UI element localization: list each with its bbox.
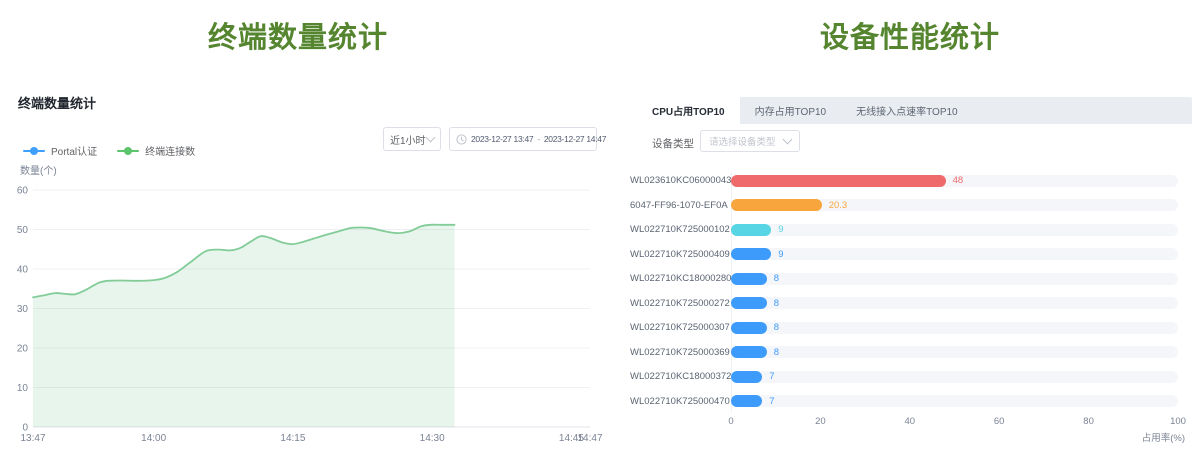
- device-name-label: 6047-FF96-1070-EF0A: [630, 193, 724, 218]
- device-type-select[interactable]: 请选择设备类型: [700, 130, 800, 152]
- bar: [731, 273, 767, 285]
- date-range-separator: -: [537, 134, 540, 144]
- y-tick-label: 20: [17, 344, 29, 355]
- bar-value-label: 8: [774, 315, 779, 340]
- bar-value-label: 8: [774, 266, 779, 291]
- x-tick-label: 14:47: [577, 433, 602, 444]
- legend-marker-portal-icon: [23, 147, 45, 155]
- terminal-count-heading: 终端数量统计: [0, 14, 596, 56]
- time-range-value: 近1小时: [390, 132, 426, 147]
- bar: [731, 322, 767, 334]
- device-type-label: 设备类型: [652, 136, 694, 151]
- legend-item-portal[interactable]: Portal认证: [23, 143, 97, 158]
- device-performance-heading: 设备性能统计: [620, 14, 1200, 56]
- bar-track: [731, 224, 1178, 236]
- device-name-label: WL022710KC18000372: [630, 364, 724, 389]
- bar: [731, 175, 946, 187]
- bar-chart-x-axis-title: 占用率(%): [1035, 430, 1185, 444]
- bar-value-label: 20.3: [829, 193, 848, 218]
- bar-row: WL022710K725000102 9: [630, 217, 1200, 242]
- legend-label-portal: Portal认证: [51, 143, 97, 158]
- chevron-down-icon: [783, 135, 793, 145]
- bar-row: WL022710K725000369 8: [630, 340, 1200, 365]
- bar-track: [731, 248, 1178, 260]
- x-tick-label: 14:30: [420, 433, 445, 444]
- y-tick-label: 40: [17, 265, 29, 276]
- bar-track: [731, 371, 1178, 383]
- line-chart-legend: Portal认证 终端连接数: [23, 143, 195, 158]
- x-tick-label: 60: [984, 416, 1014, 427]
- device-name-label: WL022710KC18000280: [630, 266, 724, 291]
- x-tick-label: 100: [1163, 416, 1193, 427]
- bar: [731, 224, 771, 236]
- bar-value-label: 9: [778, 217, 783, 242]
- y-axis-title: 数量(个): [20, 164, 57, 177]
- bar-row: WL022710K725000307 8: [630, 315, 1200, 340]
- legend-item-terminal-connections[interactable]: 终端连接数: [117, 143, 195, 158]
- bar-value-label: 8: [774, 291, 779, 316]
- x-tick-label: 13:47: [20, 433, 45, 444]
- bar-value-label: 7: [769, 389, 774, 414]
- bar: [731, 297, 767, 309]
- bar-row: WL022710KC18000372 7: [630, 364, 1200, 389]
- bar-track: [731, 322, 1178, 334]
- bar: [731, 371, 762, 383]
- bar: [731, 248, 771, 260]
- device-name-label: WL022710K725000369: [630, 340, 724, 365]
- bar: [731, 199, 822, 211]
- tab-wireless-ap-rate-top10[interactable]: 无线接入点速率TOP10: [841, 97, 973, 124]
- bar-track: [731, 346, 1178, 358]
- y-tick-label: 60: [17, 186, 29, 197]
- legend-label-terminal-connections: 终端连接数: [145, 143, 195, 158]
- x-tick-label: 80: [1074, 416, 1104, 427]
- terminal-count-area-chart: 0 10 20 30 40 50 60 数量(个) 13:47 14:00 14:15 14:30 14…: [0, 160, 620, 456]
- bar-value-label: 7: [769, 364, 774, 389]
- bar-row: 6047-FF96-1070-EF0A 20.3: [630, 193, 1200, 218]
- date-range-end[interactable]: 2023-12-27 14:47: [544, 134, 606, 144]
- bar-row: WL022710KC18000280 8: [630, 266, 1200, 291]
- device-name-label: WL022710K725000272: [630, 291, 724, 316]
- bar-track: [731, 273, 1178, 285]
- y-tick-label: 50: [17, 225, 29, 236]
- x-tick-label: 40: [895, 416, 925, 427]
- bar-row: WL022710K725000470 7: [630, 389, 1200, 414]
- date-range-picker[interactable]: 2023-12-27 13:47 - 2023-12-27 14:47: [449, 127, 597, 151]
- device-name-label: WL022710K725000409: [630, 242, 724, 267]
- device-name-label: WL023610KC06000043: [630, 168, 724, 193]
- terminal-connections-area-fill: [33, 225, 455, 427]
- legend-marker-terminal-icon: [117, 147, 139, 155]
- bar: [731, 395, 762, 407]
- tab-cpu-top10[interactable]: CPU占用TOP10: [637, 97, 740, 124]
- clock-icon: [456, 134, 467, 145]
- x-tick-label: 14:15: [280, 433, 305, 444]
- device-type-placeholder: 请选择设备类型: [709, 134, 776, 148]
- chevron-down-icon: [426, 133, 436, 143]
- device-name-label: WL022710K725000102: [630, 217, 724, 242]
- bar-track: [731, 395, 1178, 407]
- date-range-start[interactable]: 2023-12-27 13:47: [471, 134, 533, 144]
- terminal-count-card-title: 终端数量统计: [18, 93, 96, 112]
- time-range-select[interactable]: 近1小时: [383, 127, 441, 151]
- x-tick-label: 14:00: [141, 433, 166, 444]
- cpu-top10-bar-chart: 占用率(%) WL023610KC06000043486047-FF96-107…: [630, 168, 1200, 456]
- bar-value-label: 48: [953, 168, 964, 193]
- bar-row: WL023610KC06000043 48: [630, 168, 1200, 193]
- bar-value-label: 8: [774, 340, 779, 365]
- device-name-label: WL022710K725000307: [630, 315, 724, 340]
- bar: [731, 346, 767, 358]
- bar-row: WL022710K725000272 8: [630, 291, 1200, 316]
- tab-memory-top10[interactable]: 内存占用TOP10: [740, 97, 842, 124]
- y-tick-label: 30: [17, 304, 29, 315]
- device-name-label: WL022710K725000470: [630, 389, 724, 414]
- x-tick-label: 20: [805, 416, 835, 427]
- y-tick-label: 0: [22, 423, 28, 434]
- x-tick-label: 0: [716, 416, 746, 427]
- bar-track: [731, 297, 1178, 309]
- performance-tab-strip: CPU占用TOP10 内存占用TOP10 无线接入点速率TOP10: [637, 97, 1192, 124]
- bar-row: WL022710K725000409 9: [630, 242, 1200, 267]
- bar-value-label: 9: [778, 242, 783, 267]
- y-tick-label: 10: [17, 383, 29, 394]
